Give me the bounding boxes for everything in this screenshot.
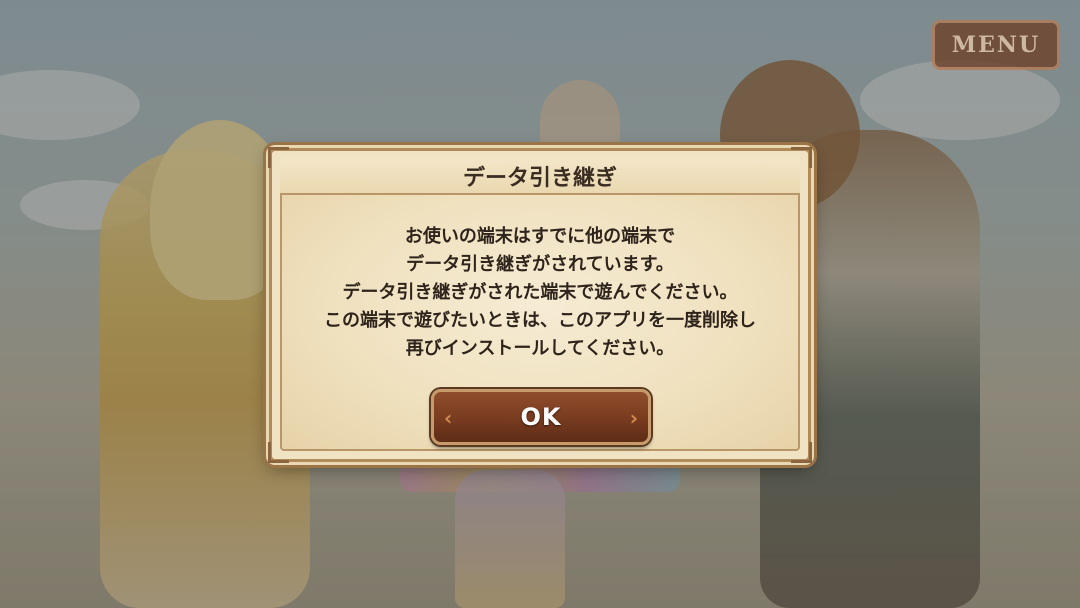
dialog-title-bar: データ引き継ぎ [280,159,800,195]
data-transfer-dialog: データ引き継ぎ お使いの端末はすでに他の端末で データ引き継ぎがされています。 … [268,147,812,463]
message-line: データ引き継ぎがされています。 [406,254,674,275]
message-line: データ引き継ぎがされた端末で遊んでください。 [342,282,738,303]
dialog-title: データ引き継ぎ [462,166,617,191]
chevron-right-icon: › [629,406,638,430]
corner-ornament [791,442,812,463]
message-line: お使いの端末はすでに他の端末で [404,226,676,247]
dialog-message: お使いの端末はすでに他の端末で データ引き継ぎがされています。 データ引き継ぎが… [292,223,788,363]
corner-ornament [268,442,289,463]
ok-button[interactable]: ‹ OK › [431,389,651,445]
message-line: この端末で遊びたいときは、このアプリを一度削除し [324,310,756,331]
chevron-left-icon: ‹ [444,406,453,430]
ok-button-label: OK [520,403,562,431]
message-line: 再びインストールしてください。 [405,338,675,359]
menu-button[interactable]: MENU [932,20,1060,70]
